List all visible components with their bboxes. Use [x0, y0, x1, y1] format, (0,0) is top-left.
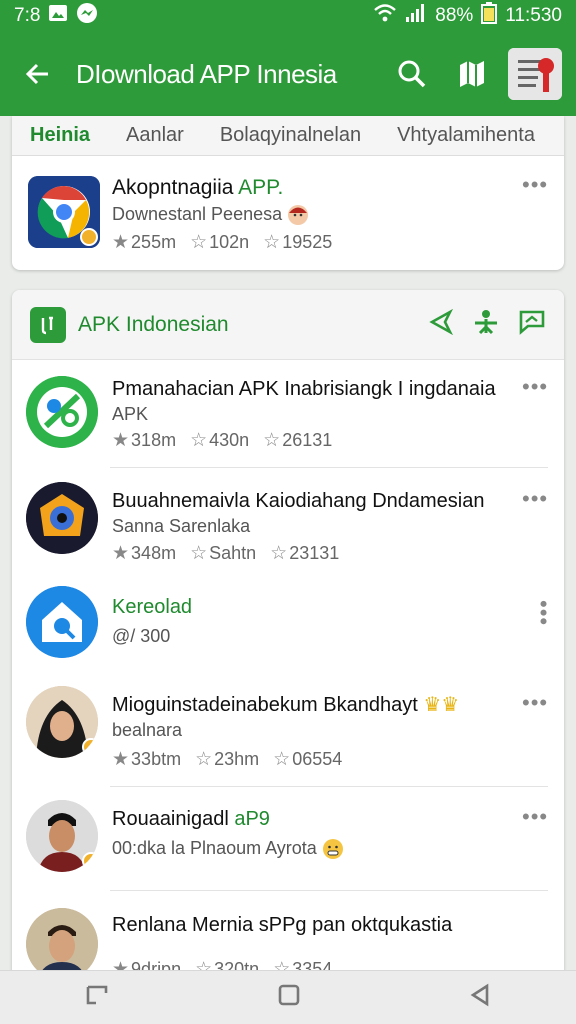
tab-0[interactable]: Heinia	[12, 124, 108, 147]
app-title-accent: aP9	[234, 808, 270, 830]
star-outline-icon: ☆	[263, 232, 281, 253]
star-outline-icon: ☆	[270, 543, 288, 564]
avatar	[26, 686, 98, 758]
app-subtitle: Sanna Sarenlaka	[112, 516, 251, 536]
map-icon	[460, 61, 484, 87]
chrome-app-icon	[28, 176, 100, 248]
divider	[110, 467, 548, 468]
star-outline-icon: ☆	[263, 430, 281, 451]
app-title: Pmanahacian APK Inabrisiangk I ingdanaia	[112, 378, 496, 400]
app-stats: ★ 348m ☆ Sahtn ☆ 23131	[112, 543, 340, 564]
app-icon	[26, 376, 98, 448]
face-emoji-icon	[287, 204, 309, 226]
app-icon	[26, 586, 98, 658]
star-icon: ★	[112, 430, 130, 451]
app-stats: ★ 318m ☆ 430n ☆ 26131	[112, 430, 333, 451]
featured-card: Heinia Aanlar Bolaqyinalnelan Vhtyalamih…	[12, 116, 564, 270]
app-icon	[26, 482, 98, 554]
app-title: Renlana Mernia sPPg pan oktqukastia	[112, 914, 453, 936]
tab-1[interactable]: Aanlar	[108, 124, 202, 147]
featured-title-accent: APP.	[238, 176, 284, 199]
star-outline-icon: ☆	[190, 543, 208, 564]
tab-3[interactable]: Vhtyalamihenta	[379, 124, 553, 147]
share-icon[interactable]	[428, 308, 454, 340]
signal-icon	[405, 3, 427, 29]
section-title: APK Indonesian	[78, 312, 229, 336]
star-icon: ★	[112, 543, 130, 564]
more-options-icon[interactable]: •••	[522, 486, 548, 512]
star-icon: ★	[112, 749, 130, 770]
app-bar: DIownload APP Innesia	[0, 36, 576, 112]
app-title: Mioguinstadeinabekum Bkandhayt	[112, 694, 418, 716]
message-icon[interactable]	[518, 309, 546, 340]
app-title: Buuahnemaivla Kaiodiahang Dndamesian	[112, 490, 485, 512]
app-subtitle: APK	[112, 404, 149, 424]
featured-subtitle: Downestanl Peenesa	[112, 204, 283, 224]
profile-button[interactable]	[508, 48, 562, 100]
app-subtitle: 00:dka la Plnaoum Ayrota	[112, 838, 317, 858]
star-outline-icon: ☆	[273, 749, 291, 770]
star-outline-icon: ☆	[190, 232, 208, 253]
more-options-icon[interactable]: •••	[522, 804, 548, 830]
app-subtitle: bealnara	[112, 720, 183, 740]
more-options-icon[interactable]: •••	[522, 172, 548, 198]
recent-apps-button[interactable]	[84, 983, 110, 1012]
app-subtitle: @/ 300	[112, 626, 171, 646]
document-icon	[508, 48, 562, 100]
featured-title: Akopntnagiia	[112, 176, 234, 199]
app-stats: ★ 33btm ☆ 23hm ☆ 06554	[112, 749, 343, 770]
wifi-icon	[373, 3, 397, 29]
battery-percent: 88%	[435, 5, 474, 26]
featured-stats: ★ 255m ☆ 102n ☆ 19525	[112, 232, 333, 253]
messenger-icon	[76, 2, 98, 30]
home-icon	[278, 984, 300, 1006]
divider	[110, 786, 548, 787]
more-options-icon[interactable]: •••	[522, 690, 548, 716]
search-icon	[398, 60, 426, 88]
gallery-icon	[48, 4, 68, 28]
app-title: DIownload APP Innesia	[76, 58, 337, 89]
system-nav-bar	[0, 970, 576, 1024]
app-title: Rouaainigadl	[112, 808, 229, 830]
arrow-left-icon	[25, 63, 48, 85]
tab-2[interactable]: Bolaqyinalnelan	[202, 124, 379, 147]
more-vertical-icon[interactable]: •••	[530, 600, 556, 626]
divider	[110, 890, 548, 891]
crown-icon: ♛♛	[423, 694, 460, 716]
star-outline-icon: ☆	[195, 749, 213, 770]
app-title: Kereolad	[112, 596, 193, 618]
app-list-card: APK Indonesian Pmanahacian APK Inabrisia…	[12, 290, 564, 980]
search-button[interactable]	[382, 44, 442, 104]
transfer-icon[interactable]	[472, 309, 500, 340]
apk-logo-icon	[30, 306, 66, 343]
status-time-left: 7:8	[14, 5, 41, 26]
back-nav-button[interactable]	[468, 983, 492, 1012]
more-options-icon[interactable]: •••	[522, 374, 548, 400]
bookmark-button[interactable]	[442, 44, 502, 104]
recent-apps-icon	[86, 985, 107, 1005]
star-icon: ★	[112, 232, 130, 253]
status-bar: 7:8 88% 11:530	[0, 0, 576, 32]
battery-icon	[481, 2, 498, 30]
back-triangle-icon	[470, 983, 489, 1007]
grin-emoji-icon	[322, 838, 344, 860]
status-time-right: 11:530	[505, 5, 562, 26]
back-button[interactable]	[0, 36, 76, 112]
star-outline-icon: ☆	[190, 430, 208, 451]
section-header: APK Indonesian	[12, 290, 564, 360]
avatar	[26, 800, 98, 872]
app-header: 7:8 88% 11:530 DIownload APP Innesia	[0, 0, 576, 116]
home-button[interactable]	[277, 983, 301, 1012]
tab-bar: Heinia Aanlar Bolaqyinalnelan Vhtyalamih…	[12, 116, 564, 156]
